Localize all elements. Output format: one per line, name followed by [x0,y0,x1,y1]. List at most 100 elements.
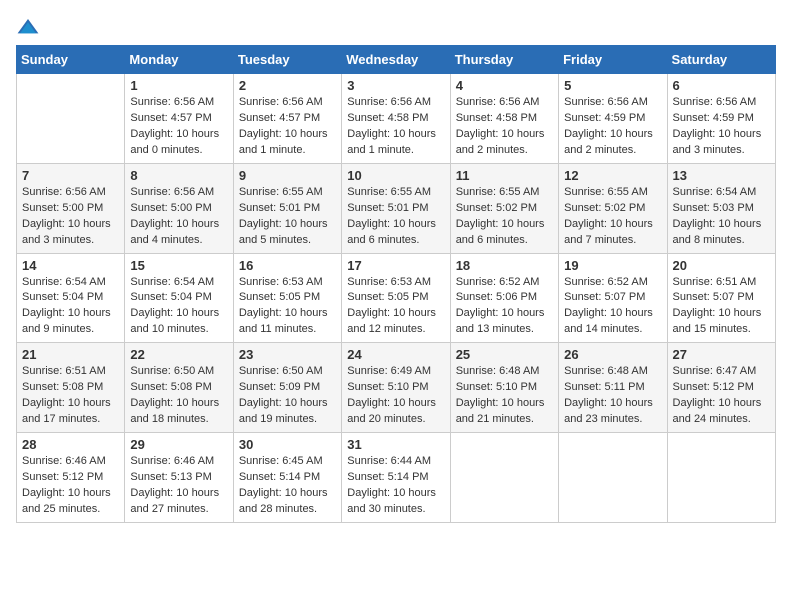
sunrise-text: Sunrise: 6:48 AM [564,364,661,380]
day-number: 4 [456,78,553,93]
sunrise-text: Sunrise: 6:54 AM [22,275,119,291]
calendar-cell: 3Sunrise: 6:56 AMSunset: 4:58 PMDaylight… [342,74,450,164]
daylight-text: Daylight: 10 hours and 3 minutes. [673,127,770,159]
day-info: Sunrise: 6:46 AMSunset: 5:12 PMDaylight:… [22,454,119,518]
day-info: Sunrise: 6:54 AMSunset: 5:04 PMDaylight:… [22,275,119,339]
day-info: Sunrise: 6:51 AMSunset: 5:07 PMDaylight:… [673,275,770,339]
weekday-header-row: SundayMondayTuesdayWednesdayThursdayFrid… [17,46,776,74]
daylight-text: Daylight: 10 hours and 30 minutes. [347,486,444,518]
weekday-header-wednesday: Wednesday [342,46,450,74]
daylight-text: Daylight: 10 hours and 7 minutes. [564,217,661,249]
sunrise-text: Sunrise: 6:56 AM [22,185,119,201]
sunrise-text: Sunrise: 6:47 AM [673,364,770,380]
calendar-cell: 31Sunrise: 6:44 AMSunset: 5:14 PMDayligh… [342,433,450,523]
weekday-header-saturday: Saturday [667,46,775,74]
week-row-4: 21Sunrise: 6:51 AMSunset: 5:08 PMDayligh… [17,343,776,433]
day-number: 20 [673,258,770,273]
sunset-text: Sunset: 4:57 PM [130,111,227,127]
daylight-text: Daylight: 10 hours and 0 minutes. [130,127,227,159]
calendar-cell: 19Sunrise: 6:52 AMSunset: 5:07 PMDayligh… [559,253,667,343]
daylight-text: Daylight: 10 hours and 21 minutes. [456,396,553,428]
sunrise-text: Sunrise: 6:56 AM [130,95,227,111]
sunset-text: Sunset: 5:13 PM [130,470,227,486]
daylight-text: Daylight: 10 hours and 6 minutes. [456,217,553,249]
daylight-text: Daylight: 10 hours and 14 minutes. [564,306,661,338]
sunset-text: Sunset: 5:12 PM [673,380,770,396]
calendar-table: SundayMondayTuesdayWednesdayThursdayFrid… [16,45,776,523]
day-number: 1 [130,78,227,93]
calendar-cell [450,433,558,523]
day-info: Sunrise: 6:55 AMSunset: 5:02 PMDaylight:… [564,185,661,249]
sunrise-text: Sunrise: 6:49 AM [347,364,444,380]
calendar-cell: 1 Sunrise: 6:56 AMSunset: 4:57 PMDaylight… [125,74,233,164]
sunset-text: Sunset: 5:07 PM [564,290,661,306]
sunrise-text: Sunrise: 6:52 AM [564,275,661,291]
day-info: Sunrise: 6:56 AMSunset: 5:00 PMDaylight:… [22,185,119,249]
calendar-cell: 27Sunrise: 6:47 AMSunset: 5:12 PMDayligh… [667,343,775,433]
sunrise-text: Sunrise: 6:51 AM [22,364,119,380]
day-number: 25 [456,347,553,362]
sunrise-text: Sunrise: 6:53 AM [347,275,444,291]
daylight-text: Daylight: 10 hours and 6 minutes. [347,217,444,249]
sunrise-text: Sunrise: 6:45 AM [239,454,336,470]
day-number: 13 [673,168,770,183]
day-info: Sunrise: 6:46 AMSunset: 5:13 PMDaylight:… [130,454,227,518]
week-row-5: 28 Sunrise: 6:46 AMSunset: 5:12 PMDayligh… [17,433,776,523]
calendar-cell: 2Sunrise: 6:56 AMSunset: 4:57 PMDaylight… [233,74,341,164]
day-info: Sunrise: 6:56 AMSunset: 4:57 PMDaylight:… [239,95,336,159]
calendar-cell [17,74,125,164]
calendar-cell: 5Sunrise: 6:56 AMSunset: 4:59 PMDaylight… [559,74,667,164]
day-info: Sunrise: 6:54 AMSunset: 5:04 PMDaylight:… [130,275,227,339]
day-info: Sunrise: 6:54 AMSunset: 5:03 PMDaylight:… [673,185,770,249]
day-info: Sunrise: 6:56 AMSunset: 4:59 PMDaylight:… [673,95,770,159]
sunset-text: Sunset: 4:58 PM [456,111,553,127]
day-number: 16 [239,258,336,273]
day-info: Sunrise: 6:53 AMSunset: 5:05 PMDaylight:… [239,275,336,339]
daylight-text: Daylight: 10 hours and 17 minutes. [22,396,119,428]
daylight-text: Daylight: 10 hours and 19 minutes. [239,396,336,428]
sunrise-text: Sunrise: 6:55 AM [456,185,553,201]
daylight-text: Daylight: 10 hours and 10 minutes. [130,306,227,338]
calendar-cell [559,433,667,523]
day-info: Sunrise: 6:47 AMSunset: 5:12 PMDaylight:… [673,364,770,428]
calendar-cell: 15Sunrise: 6:54 AMSunset: 5:04 PMDayligh… [125,253,233,343]
daylight-text: Daylight: 10 hours and 8 minutes. [673,217,770,249]
calendar-cell: 8 Sunrise: 6:56 AMSunset: 5:00 PMDaylight… [125,163,233,253]
weekday-header-friday: Friday [559,46,667,74]
daylight-text: Daylight: 10 hours and 3 minutes. [22,217,119,249]
sunset-text: Sunset: 5:05 PM [347,290,444,306]
daylight-text: Daylight: 10 hours and 20 minutes. [347,396,444,428]
sunrise-text: Sunrise: 6:55 AM [564,185,661,201]
sunrise-text: Sunrise: 6:56 AM [130,185,227,201]
day-number: 30 [239,437,336,452]
calendar-cell: 16 Sunrise: 6:53 AMSunset: 5:05 PMDayligh… [233,253,341,343]
calendar-cell: 23Sunrise: 6:50 AMSunset: 5:09 PMDayligh… [233,343,341,433]
weekday-header-sunday: Sunday [17,46,125,74]
day-number: 8 [130,168,227,183]
day-number: 14 [22,258,119,273]
day-info: Sunrise: 6:55 AMSunset: 5:01 PMDaylight:… [239,185,336,249]
sunset-text: Sunset: 5:01 PM [347,201,444,217]
daylight-text: Daylight: 10 hours and 25 minutes. [22,486,119,518]
sunset-text: Sunset: 5:00 PM [22,201,119,217]
day-number: 11 [456,168,553,183]
calendar-cell: 30Sunrise: 6:45 AMSunset: 5:14 PMDayligh… [233,433,341,523]
page-header [16,16,776,37]
sunset-text: Sunset: 5:08 PM [130,380,227,396]
sunrise-text: Sunrise: 6:56 AM [239,95,336,111]
daylight-text: Daylight: 10 hours and 15 minutes. [673,306,770,338]
weekday-header-thursday: Thursday [450,46,558,74]
sunset-text: Sunset: 5:06 PM [456,290,553,306]
sunrise-text: Sunrise: 6:54 AM [130,275,227,291]
logo [16,16,44,37]
day-number: 28 [22,437,119,452]
day-number: 9 [239,168,336,183]
calendar-cell: 20 Sunrise: 6:51 AMSunset: 5:07 PMDayligh… [667,253,775,343]
day-number: 5 [564,78,661,93]
calendar-cell: 18Sunrise: 6:52 AMSunset: 5:06 PMDayligh… [450,253,558,343]
sunset-text: Sunset: 5:01 PM [239,201,336,217]
sunrise-text: Sunrise: 6:55 AM [239,185,336,201]
day-info: Sunrise: 6:56 AMSunset: 5:00 PMDaylight:… [130,185,227,249]
sunrise-text: Sunrise: 6:56 AM [456,95,553,111]
day-info: Sunrise: 6:48 AMSunset: 5:11 PMDaylight:… [564,364,661,428]
